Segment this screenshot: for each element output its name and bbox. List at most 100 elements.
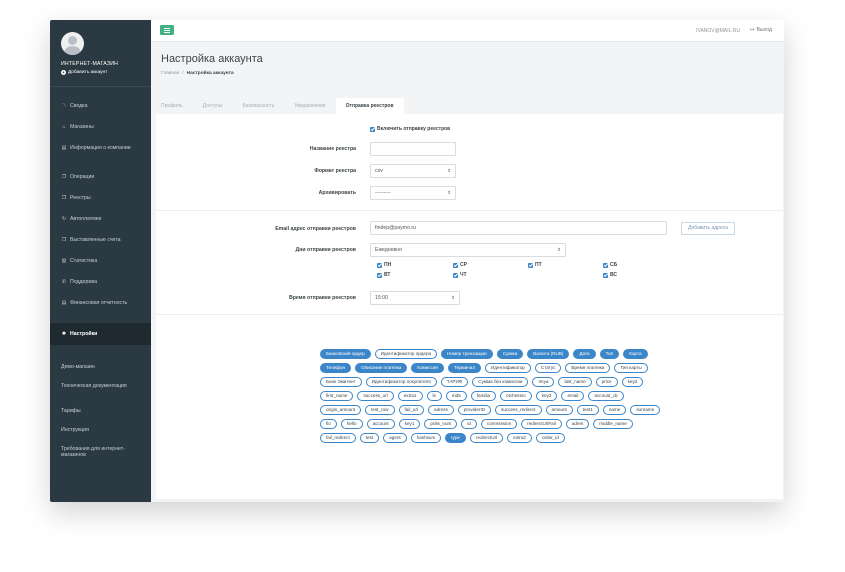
sidebar-link-tariffs[interactable]: Тарифы	[50, 402, 151, 421]
registry-field-tag[interactable]: polis_num	[424, 419, 458, 429]
registry-field-tag[interactable]: middle_name	[593, 419, 633, 429]
registry-field-tag[interactable]: Статус	[534, 363, 562, 373]
registry-field-tag[interactable]: adres	[565, 419, 590, 429]
tab-security[interactable]: Безопасность	[232, 98, 284, 114]
registry-field-tag[interactable]: Номер транзакции	[441, 349, 493, 359]
sidebar-item-settings[interactable]: ✱ Настройки	[50, 323, 151, 345]
sidebar-item-invoices[interactable]: ❐ Выставленные счета	[50, 230, 151, 251]
registry-field-tag[interactable]: Описание платежа	[355, 363, 408, 373]
registry-field-tag[interactable]: extra1	[397, 391, 423, 401]
registry-field-tag[interactable]: Комиссия	[411, 363, 444, 373]
registry-field-tag[interactable]: key3	[535, 391, 558, 401]
day-checkbox-tue[interactable]: ВТ	[377, 272, 390, 278]
registry-field-tag[interactable]: first_name	[320, 391, 354, 401]
sidebar-link-tech-docs[interactable]: Техническая документация	[50, 377, 130, 402]
registry-field-tag[interactable]: md5	[445, 391, 467, 401]
registry-field-tag[interactable]: otchestvo	[500, 391, 532, 401]
tab-notifications[interactable]: Уведомления	[284, 98, 335, 114]
add-address-button[interactable]: Добавить адреса	[681, 222, 736, 235]
tab-access[interactable]: Доступы	[193, 98, 233, 114]
tab-registry-sending[interactable]: Отправка реестров	[335, 98, 404, 114]
sidebar-item-registries[interactable]: ❐ Реестры	[50, 188, 151, 209]
sidebar-item-statistics[interactable]: ▥ Статистика	[50, 251, 151, 272]
registry-field-tag[interactable]: Банк Эмитент	[320, 377, 362, 387]
avatar[interactable]	[61, 32, 84, 55]
registry-field-tag[interactable]: test1	[576, 405, 599, 415]
registry-field-tag[interactable]: fail_redirect	[320, 433, 356, 443]
day-checkbox-sat[interactable]: СБ	[603, 262, 617, 268]
day-checkbox-thu[interactable]: ЧТ	[453, 272, 467, 278]
hamburger-menu-button[interactable]	[160, 25, 174, 35]
registry-field-tag[interactable]: Тип	[599, 349, 620, 359]
registry-field-tag[interactable]: Банковский ордер	[320, 349, 371, 359]
day-checkbox-sun[interactable]: ВС	[603, 272, 617, 278]
registry-field-tag[interactable]: success_url	[357, 391, 394, 401]
registry-field-tag[interactable]: hello	[340, 419, 363, 429]
registry-field-tag[interactable]: key2	[621, 377, 644, 387]
sidebar-link-shop-requirements[interactable]: Требования для интернет-магазинов	[50, 440, 130, 465]
tab-profile[interactable]: Профиль	[151, 98, 193, 114]
registry-field-tag[interactable]: extra2	[507, 433, 532, 443]
registry-field-tag[interactable]: Дата	[573, 349, 596, 359]
day-checkbox-mon[interactable]: ПН	[377, 262, 391, 268]
day-checkbox-fri[interactable]: ПТ	[528, 262, 542, 268]
registry-field-tag[interactable]: Идентификатор покупателя	[365, 377, 437, 387]
registry-field-tag[interactable]: Телефон	[320, 363, 352, 373]
registry-field-tag[interactable]: fail_url	[398, 405, 425, 415]
registry-field-tag[interactable]: commission	[480, 419, 518, 429]
registry-field-tag[interactable]: redirectUrlFail	[521, 419, 562, 429]
sidebar-item-autopayments[interactable]: ↻ Автоплатежи	[50, 209, 151, 230]
registry-field-tag[interactable]: agent	[383, 433, 407, 443]
day-checkbox-wed[interactable]: СР	[453, 262, 467, 268]
registry-field-tag[interactable]: surname	[630, 405, 661, 415]
registry-field-tag[interactable]: account_dc	[588, 391, 624, 401]
registry-field-tag[interactable]: Тип карты	[614, 363, 648, 373]
registry-field-tag[interactable]: id	[461, 419, 477, 429]
time-select[interactable]: 15:00 ⇕	[370, 291, 460, 305]
registry-field-tag[interactable]: key1	[398, 419, 421, 429]
registry-field-tag[interactable]: name	[602, 405, 627, 415]
registry-field-tag[interactable]: order_id	[535, 433, 565, 443]
registry-field-tag[interactable]: origin_amount	[320, 405, 362, 415]
sidebar-item-shops[interactable]: ⌂ Магазины	[50, 117, 151, 138]
registry-field-tag[interactable]: success_redirect	[495, 405, 542, 415]
sidebar-link-demo-shop[interactable]: Демо-магазин	[50, 358, 151, 377]
registry-field-tag[interactable]: Идентификатор	[485, 363, 531, 373]
registry-field-tag[interactable]: redirectUrl	[469, 433, 504, 443]
enable-registry-checkbox[interactable]: Включить отправку реестров	[370, 126, 450, 132]
registry-field-tag[interactable]: Терминал	[447, 363, 482, 373]
registry-field-tag[interactable]: price	[595, 377, 618, 387]
registry-field-tag[interactable]: ls	[426, 391, 442, 401]
registry-field-tag[interactable]: Идентификатор ордера	[374, 349, 438, 359]
registry-field-tag[interactable]: type	[445, 433, 466, 443]
days-select[interactable]: Ежедневно ⇕	[370, 243, 566, 257]
registry-field-tag[interactable]: adress	[428, 405, 454, 415]
format-select[interactable]: csv ⇕	[370, 164, 456, 178]
registry-field-tag[interactable]: Время платежа	[565, 363, 611, 373]
registry-field-tag[interactable]: email	[561, 391, 585, 401]
email-input[interactable]: findep@paymo.ru	[370, 221, 667, 235]
sidebar-item-financial-reports[interactable]: ▤ Финансовая отчетность	[50, 293, 151, 322]
registry-name-input[interactable]	[370, 142, 456, 156]
sidebar-item-company-info[interactable]: ▤ Информация о компании	[50, 138, 151, 167]
sidebar-item-support[interactable]: ✆ Поддержка	[50, 272, 151, 293]
sidebar-item-summary[interactable]: 〽 Сводка	[50, 96, 151, 117]
sidebar-link-instructions[interactable]: Инструкция	[50, 421, 151, 440]
registry-field-tag[interactable]: Imya	[532, 377, 555, 387]
logout-button[interactable]: ↦ Выход	[750, 27, 772, 33]
registry-field-tag[interactable]: providerID	[457, 405, 492, 415]
registry-field-tag[interactable]: Карта	[623, 349, 648, 359]
registry-field-tag[interactable]: familia	[470, 391, 497, 401]
registry-field-tag[interactable]: fio	[320, 419, 337, 429]
sidebar-item-operations[interactable]: ❐ Операции	[50, 167, 151, 188]
breadcrumb-home[interactable]: Главная	[161, 71, 179, 76]
registry-field-tag[interactable]: last_name	[558, 377, 592, 387]
registry-field-tag[interactable]: hashsum	[410, 433, 442, 443]
archive-select[interactable]: --------- ⇕	[370, 186, 456, 200]
add-account-link[interactable]: + Добавить аккаунт	[61, 70, 107, 75]
registry-field-tag[interactable]: Сумма без комиссии	[472, 377, 529, 387]
registry-field-tag[interactable]: test	[359, 433, 380, 443]
registry-field-tag[interactable]: amount	[545, 405, 573, 415]
registry-field-tag[interactable]: test_row	[365, 405, 395, 415]
registry-field-tag[interactable]: Сумма	[496, 349, 524, 359]
